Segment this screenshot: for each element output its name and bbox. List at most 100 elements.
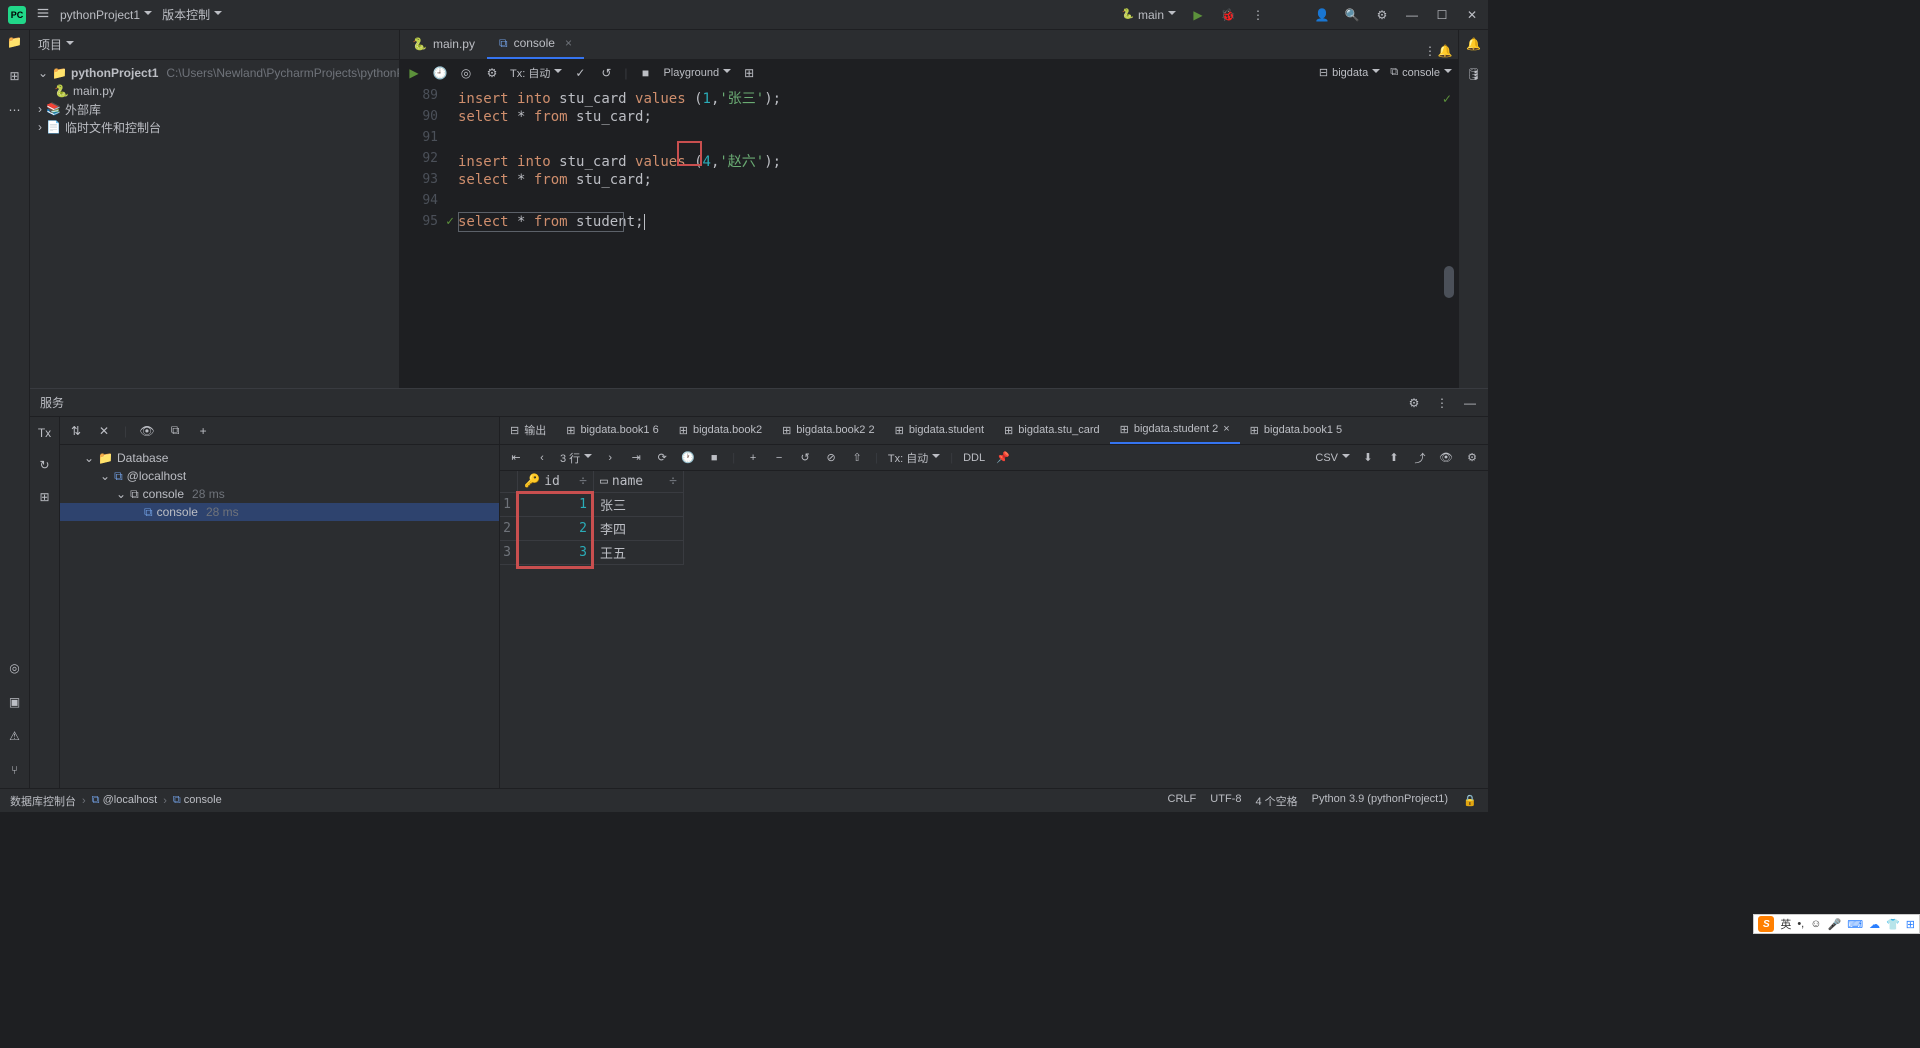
export2-icon[interactable]: ⤴ (1412, 450, 1428, 466)
last-page-icon[interactable]: ⇥ (628, 450, 644, 466)
add-row-icon[interactable]: + (745, 450, 761, 466)
explain-icon[interactable]: ◎ (458, 65, 474, 81)
problems-tool-icon[interactable]: ⚠ (7, 728, 23, 744)
svc-console-leaf[interactable]: ⧉ console 28 ms (60, 503, 499, 521)
tx-mode-dropdown[interactable]: Tx: 自动 (510, 65, 562, 81)
grid-settings-icon[interactable]: ⚙ (1464, 450, 1480, 466)
tree-external-libs[interactable]: › 📚 外部库 (30, 100, 399, 118)
row-count-dropdown[interactable]: 3 行 (560, 450, 592, 466)
close-tab-icon[interactable]: × (565, 36, 572, 50)
execute-icon[interactable]: ▶ (406, 65, 422, 81)
new-console-icon[interactable]: ⧉ (167, 423, 183, 439)
ime-toolbox-icon[interactable]: ⊞ (1906, 918, 1915, 931)
structure-tool-icon[interactable]: ⊞ (7, 68, 23, 84)
tree-root[interactable]: ⌄ 📁 pythonProject1 C:\Users\Newland\Pych… (30, 64, 399, 82)
next-page-icon[interactable]: › (602, 450, 618, 466)
tab-console[interactable]: ⧉ console × (487, 29, 584, 59)
ime-skin-icon[interactable]: 👕 (1886, 918, 1900, 931)
interpreter[interactable]: Python 3.9 (pythonProject1) (1312, 793, 1448, 809)
first-page-icon[interactable]: ⇤ (508, 450, 524, 466)
lock-icon[interactable]: 🔒 (1462, 793, 1478, 809)
tx-result-dropdown[interactable]: Tx: 自动 (888, 450, 940, 466)
expand-icon[interactable]: ⇅ (68, 423, 84, 439)
tree-scratches[interactable]: › 📄 临时文件和控制台 (30, 118, 399, 136)
settings-small-icon[interactable]: ⚙ (484, 65, 500, 81)
more-icon[interactable]: ⋮ (1250, 7, 1266, 23)
run-icon[interactable]: ▶ (1190, 7, 1206, 23)
pin-icon[interactable]: 📌 (995, 450, 1011, 466)
ime-lang[interactable]: 英 (1780, 916, 1791, 932)
commit-icon[interactable]: ✓ (572, 65, 588, 81)
maximize-icon[interactable]: ☐ (1434, 7, 1450, 23)
crumb-db-console[interactable]: 数据库控制台 (10, 793, 76, 809)
line-sep[interactable]: CRLF (1168, 793, 1197, 809)
layout-icon[interactable]: ⊞ (37, 489, 53, 505)
ai-tool-icon[interactable]: ◎ (7, 660, 23, 676)
revert-icon[interactable]: ↺ (797, 450, 813, 466)
rtab-book2-2[interactable]: ⊞bigdata.book2 2 (772, 417, 885, 444)
services-minimize-icon[interactable]: — (1462, 395, 1478, 411)
database-right-icon[interactable]: 🛢 (1466, 66, 1482, 82)
ddl-button[interactable]: DDL (963, 452, 985, 464)
terminal-tool-icon[interactable]: ▣ (7, 694, 23, 710)
svc-database-node[interactable]: ⌄ 📁 Database (60, 449, 499, 467)
ime-punct-icon[interactable]: •, (1797, 918, 1804, 930)
rtab-book2[interactable]: ⊞bigdata.book2 (669, 417, 772, 444)
rtab-student-2[interactable]: ⊞bigdata.student 2× (1110, 417, 1240, 444)
tab-main-py[interactable]: 🐍 main.py (400, 29, 487, 59)
git-tool-icon[interactable]: ⑂ (7, 762, 23, 778)
rtab-output[interactable]: ⊟输出 (500, 417, 556, 444)
crumb-host[interactable]: ⧉ @localhost (92, 794, 158, 807)
cell-name[interactable]: 王五 (594, 541, 683, 565)
svc-console-node[interactable]: ⌄ ⧉ console 28 ms (60, 485, 499, 503)
history-icon[interactable]: 🕘 (432, 65, 448, 81)
prev-page-icon[interactable]: ‹ (534, 450, 550, 466)
project-view-dropdown[interactable]: 项目 (38, 36, 74, 53)
ime-emoji-icon[interactable]: ☺ (1810, 918, 1821, 930)
reload-icon[interactable]: ↻ (37, 457, 53, 473)
upload-icon[interactable]: ⬆ (1386, 450, 1402, 466)
services-settings-icon[interactable]: ⚙ (1406, 395, 1422, 411)
playground-dropdown[interactable]: Playground (663, 65, 731, 80)
ime-keyboard-icon[interactable]: ⌨ (1847, 918, 1863, 931)
code-editor[interactable]: insert into stu_card values (1,'张三'); se… (458, 86, 1458, 388)
tree-file-main[interactable]: 🐍 main.py (30, 82, 399, 100)
show-icon[interactable]: 👁 (139, 423, 155, 439)
indent[interactable]: 4 个空格 (1255, 793, 1297, 809)
stop-result-icon[interactable]: ■ (706, 450, 722, 466)
add-icon[interactable]: + (195, 423, 211, 439)
table-view-icon[interactable]: ⊞ (741, 65, 757, 81)
ime-voice-icon[interactable]: 🎤 (1827, 918, 1841, 931)
close-session-icon[interactable]: ✕ (96, 423, 112, 439)
close-icon[interactable]: ✕ (1464, 7, 1480, 23)
auto-refresh-icon[interactable]: 🕐 (680, 450, 696, 466)
download-icon[interactable]: ⬇ (1360, 450, 1376, 466)
result-grid[interactable]: 1 2 3 🔑id÷ 1 2 3 ▭name÷ 张三 (500, 471, 1488, 565)
remove-row-icon[interactable]: − (771, 450, 787, 466)
editor-scrollbar[interactable] (1444, 266, 1454, 298)
vcs-dropdown[interactable]: 版本控制 (162, 6, 222, 23)
filter-icon[interactable]: Tx (37, 425, 53, 441)
commit-result-icon[interactable]: ⊘ (823, 450, 839, 466)
notifications-icon[interactable]: 🔔 (1442, 43, 1458, 59)
code-with-me-icon[interactable]: 👤 (1314, 7, 1330, 23)
services-more-icon[interactable]: ⋮ (1434, 395, 1450, 411)
search-icon[interactable]: 🔍 (1344, 7, 1360, 23)
cell-name[interactable]: 张三 (594, 493, 683, 517)
rtab-student[interactable]: ⊞bigdata.student (885, 417, 994, 444)
project-tool-icon[interactable]: 📁 (7, 34, 23, 50)
more-tools-icon[interactable]: ⋯ (7, 102, 23, 118)
ime-toolbar[interactable]: S 英 •, ☺ 🎤 ⌨ ☁ 👕 ⊞ (1753, 914, 1920, 934)
svc-host-node[interactable]: ⌄ ⧉ @localhost (60, 467, 499, 485)
close-rtab-icon[interactable]: × (1223, 423, 1229, 435)
rtab-book1-5[interactable]: ⊞bigdata.book1 5 (1240, 417, 1353, 444)
main-menu-icon[interactable] (36, 6, 50, 23)
rollback-icon[interactable]: ↺ (598, 65, 614, 81)
crumb-console[interactable]: ⧉ console (173, 794, 222, 807)
rtab-book1-6[interactable]: ⊞bigdata.book1 6 (556, 417, 669, 444)
refresh-icon[interactable]: ⟳ (654, 450, 670, 466)
notifications-right-icon[interactable]: 🔔 (1466, 36, 1482, 52)
project-dropdown[interactable]: pythonProject1 (60, 7, 152, 22)
view-icon[interactable]: 👁 (1438, 450, 1454, 466)
debug-icon[interactable]: 🐞 (1220, 7, 1236, 23)
